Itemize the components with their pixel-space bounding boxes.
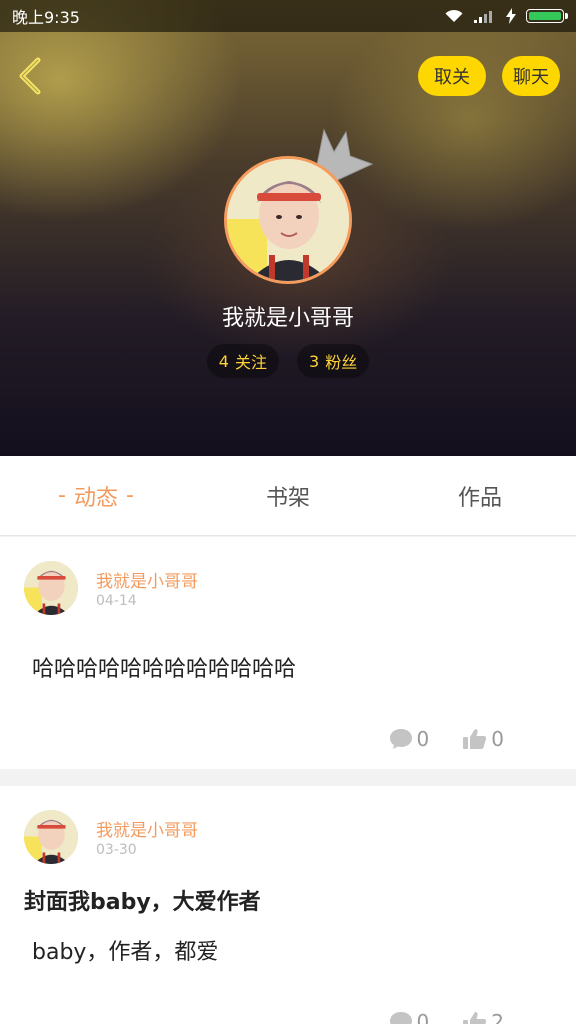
avatar[interactable] bbox=[24, 810, 78, 864]
like-count: 2 bbox=[491, 1010, 504, 1024]
profile-tabs: - 动态 - 书架 作品 bbox=[0, 456, 576, 536]
following-stat[interactable]: 4 关注 bbox=[206, 344, 279, 378]
comment-button[interactable]: 0 bbox=[389, 1010, 430, 1024]
avatar-image bbox=[24, 561, 78, 615]
tab-active-dash-left: - bbox=[58, 483, 66, 508]
following-label: 关注 bbox=[234, 353, 267, 372]
back-button[interactable] bbox=[10, 54, 50, 98]
avatar[interactable] bbox=[24, 561, 78, 615]
feed-post[interactable]: 我就是小哥哥 03-30 封面我baby，大爱作者 baby，作者，都爱 0 2 bbox=[0, 786, 576, 1024]
tab-activity[interactable]: - 动态 - bbox=[0, 456, 192, 535]
post-actions: 0 0 bbox=[389, 727, 504, 751]
tab-label: 作品 bbox=[457, 485, 502, 511]
battery-icon bbox=[526, 9, 568, 23]
thumbs-up-icon bbox=[463, 1012, 487, 1024]
unfollow-button[interactable]: 取关 bbox=[418, 56, 486, 96]
post-title: 封面我baby，大爱作者 bbox=[24, 890, 261, 915]
like-button[interactable]: 0 bbox=[463, 727, 504, 751]
followers-label: 粉丝 bbox=[325, 353, 358, 372]
status-icons bbox=[444, 8, 568, 24]
tab-label: 书架 bbox=[265, 485, 310, 511]
following-count: 4 bbox=[218, 351, 229, 371]
charging-icon bbox=[506, 8, 516, 24]
thumbs-up-icon bbox=[463, 729, 487, 749]
followers-count: 3 bbox=[309, 351, 320, 371]
post-actions: 0 2 bbox=[389, 1010, 504, 1024]
post-date: 04-14 bbox=[96, 593, 137, 609]
status-bar: 晚上9:35 bbox=[0, 0, 576, 32]
post-author[interactable]: 我就是小哥哥 bbox=[96, 816, 198, 841]
comment-button[interactable]: 0 bbox=[389, 727, 430, 751]
tab-label: 动态 bbox=[73, 485, 118, 511]
comment-count: 0 bbox=[416, 727, 430, 751]
followers-stat[interactable]: 3 粉丝 bbox=[297, 344, 370, 378]
signal-icon bbox=[474, 9, 496, 23]
wifi-icon bbox=[444, 9, 464, 23]
status-time: 晚上9:35 bbox=[12, 8, 80, 27]
chat-button[interactable]: 聊天 bbox=[502, 56, 560, 96]
post-body: 哈哈哈哈哈哈哈哈哈哈哈哈 bbox=[32, 657, 297, 682]
battery-level bbox=[529, 12, 561, 20]
profile-stats: 4 关注 3 粉丝 bbox=[0, 344, 576, 378]
like-count: 0 bbox=[491, 727, 504, 751]
post-date: 03-30 bbox=[96, 842, 137, 858]
profile-header: 晚上9:35 取关 聊天 我就是小哥哥 4 关注 3 粉丝 bbox=[0, 0, 576, 456]
profile-avatar[interactable] bbox=[224, 156, 352, 284]
avatar-image bbox=[24, 810, 78, 864]
comment-icon bbox=[389, 729, 412, 749]
profile-name: 我就是小哥哥 bbox=[221, 306, 354, 331]
comment-count: 0 bbox=[416, 1010, 430, 1024]
chevron-left-icon bbox=[19, 57, 41, 95]
tab-active-dash-right: - bbox=[126, 483, 134, 508]
post-author[interactable]: 我就是小哥哥 bbox=[96, 567, 198, 592]
comment-icon bbox=[389, 1012, 412, 1024]
feed-post[interactable]: 我就是小哥哥 04-14 哈哈哈哈哈哈哈哈哈哈哈哈 0 0 bbox=[0, 537, 576, 769]
tab-works[interactable]: 作品 bbox=[384, 456, 576, 535]
tab-bookshelf[interactable]: 书架 bbox=[192, 456, 384, 535]
avatar-image bbox=[227, 159, 349, 281]
post-body: baby，作者，都爱 bbox=[32, 940, 219, 965]
like-button[interactable]: 2 bbox=[463, 1010, 504, 1024]
